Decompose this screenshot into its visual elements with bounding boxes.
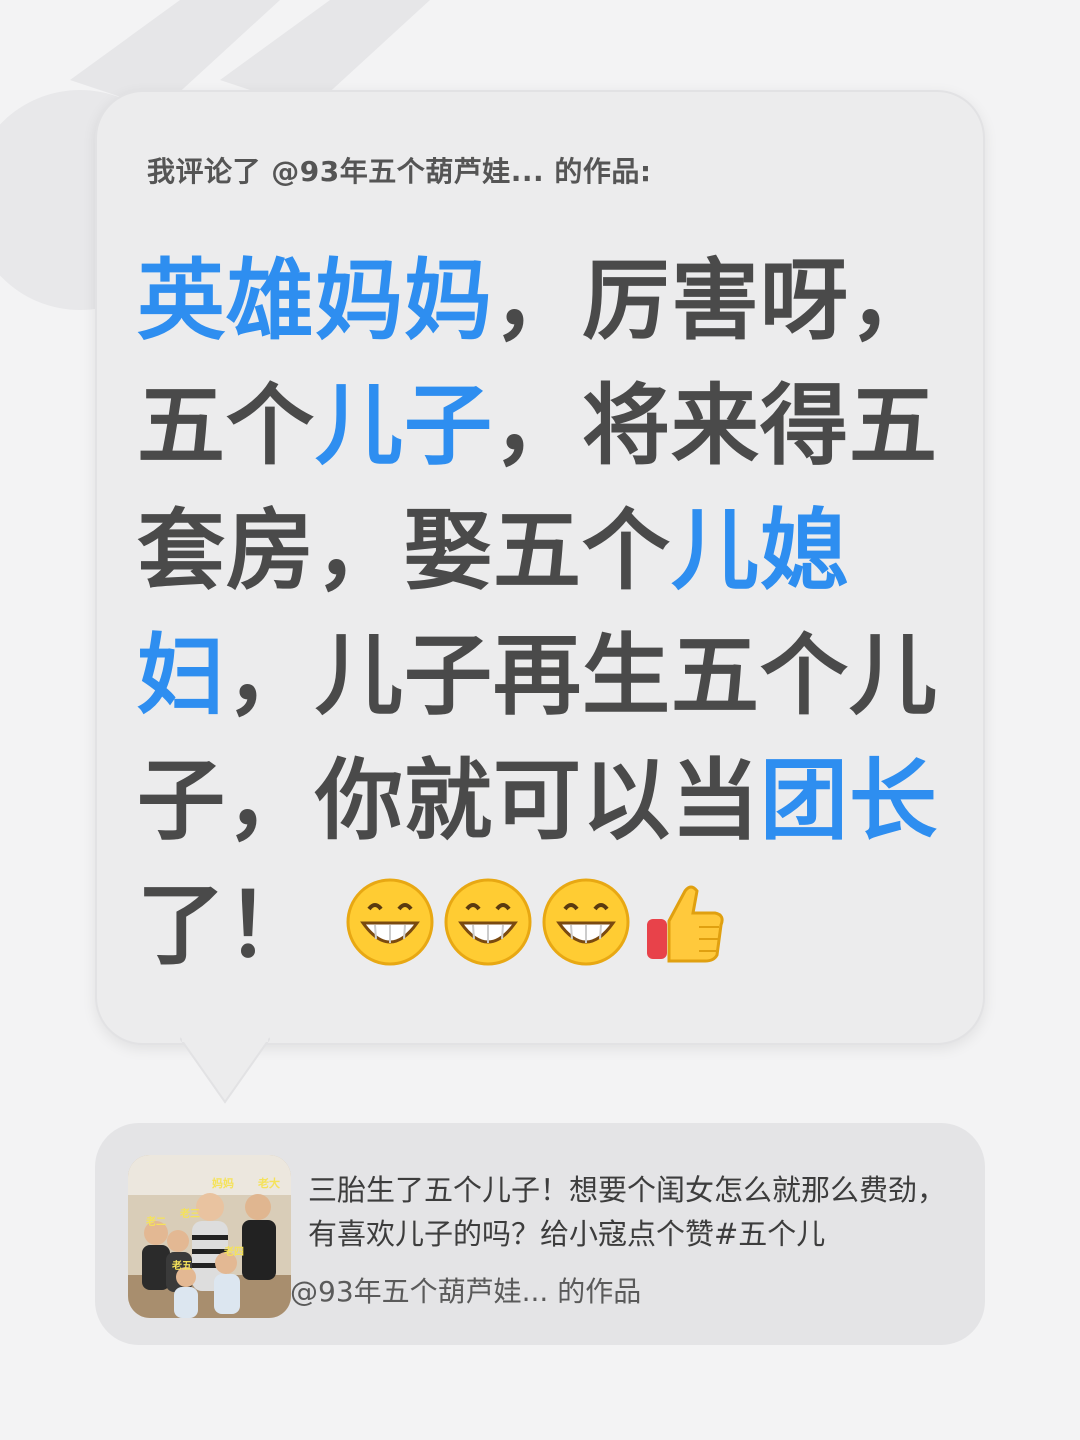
emoji-row xyxy=(345,877,729,967)
comment-header: 我评论了 @93年五个葫芦娃... 的作品: xyxy=(147,155,652,188)
family-photo-image: 妈妈 老大 老二 老三 老四 老五 xyxy=(128,1155,291,1318)
comment-segment: 了！ xyxy=(137,874,316,977)
thumbs-up-icon xyxy=(647,885,724,963)
thumb-label: 老四 xyxy=(223,1245,244,1258)
thumb-label: 老三 xyxy=(179,1207,200,1220)
highlighted-text: 团长 xyxy=(760,749,939,852)
thumb-label: 妈妈 xyxy=(212,1176,234,1190)
grin-emoji-icon xyxy=(444,878,532,966)
thumb-label: 老二 xyxy=(145,1215,166,1228)
bubble-tail xyxy=(180,1036,270,1104)
grin-emoji-icon xyxy=(346,878,434,966)
grin-emoji-icon xyxy=(542,878,630,966)
video-title[interactable]: 三胎生了五个儿子！想要个闺女怎么就那么费劲，有喜欢儿子的吗？给小寇点个赞#五个儿 xyxy=(308,1168,948,1256)
highlighted-text: 英雄妈妈 xyxy=(137,249,494,352)
video-author[interactable]: @93年五个葫芦娃... 的作品 xyxy=(290,1270,641,1310)
highlighted-text: 儿子 xyxy=(315,374,494,477)
thumb-label: 老五 xyxy=(171,1259,192,1272)
video-thumbnail[interactable]: 妈妈 老大 老二 老三 老四 老五 xyxy=(128,1155,291,1318)
thumb-label: 老大 xyxy=(257,1176,280,1190)
comment-text: 英雄妈妈，厉害呀，五个儿子，将来得五套房，娶五个儿媳妇，儿子再生五个儿子，你就可… xyxy=(137,238,947,988)
